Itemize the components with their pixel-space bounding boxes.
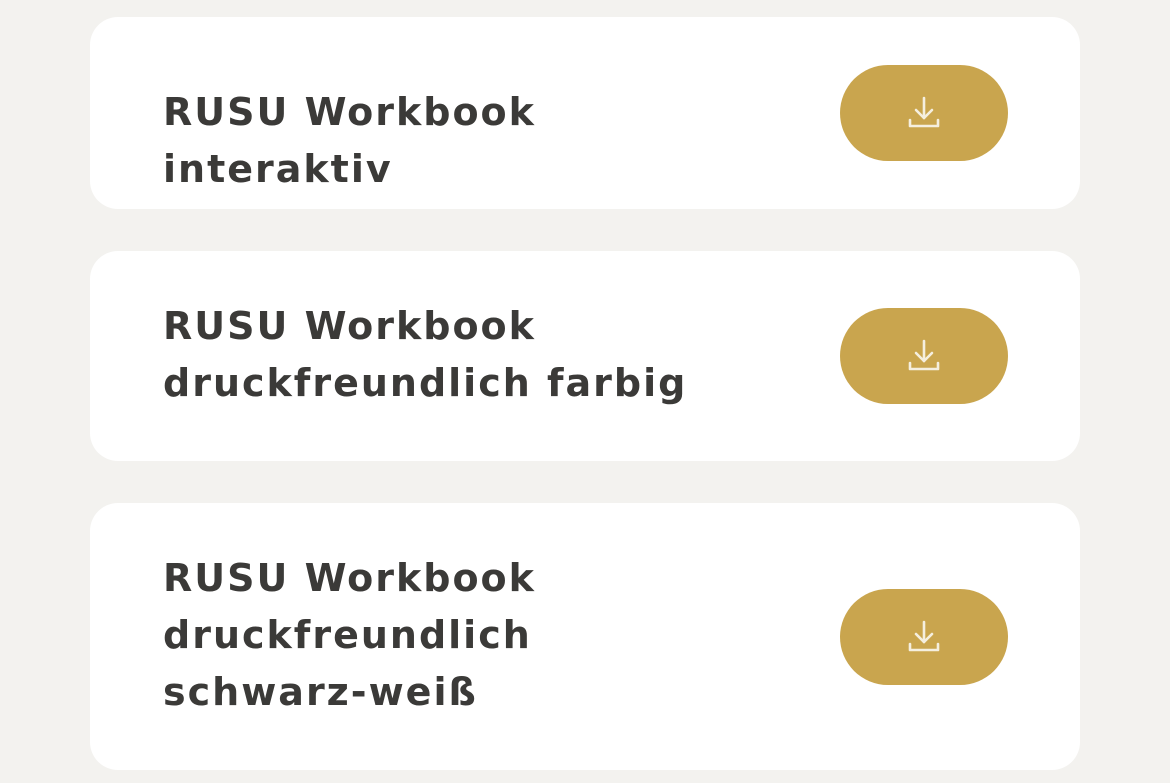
download-card-interaktiv: RUSU Workbook interaktiv xyxy=(90,17,1080,209)
download-title: RUSU Workbook druckfreundlich farbig xyxy=(163,304,688,405)
download-card-farbig: RUSU Workbook druckfreundlich farbig xyxy=(90,251,1080,461)
download-icon xyxy=(908,96,940,128)
download-button[interactable] xyxy=(840,65,1008,161)
download-button[interactable] xyxy=(840,589,1008,685)
download-icon xyxy=(908,339,940,371)
download-button[interactable] xyxy=(840,308,1008,404)
download-icon xyxy=(908,620,940,652)
download-title: RUSU Workbook interaktiv xyxy=(163,90,536,191)
download-title: RUSU Workbook druckfreundlich schwarz-we… xyxy=(163,556,536,714)
download-card-schwarz-weiss: RUSU Workbook druckfreundlich schwarz-we… xyxy=(90,503,1080,770)
